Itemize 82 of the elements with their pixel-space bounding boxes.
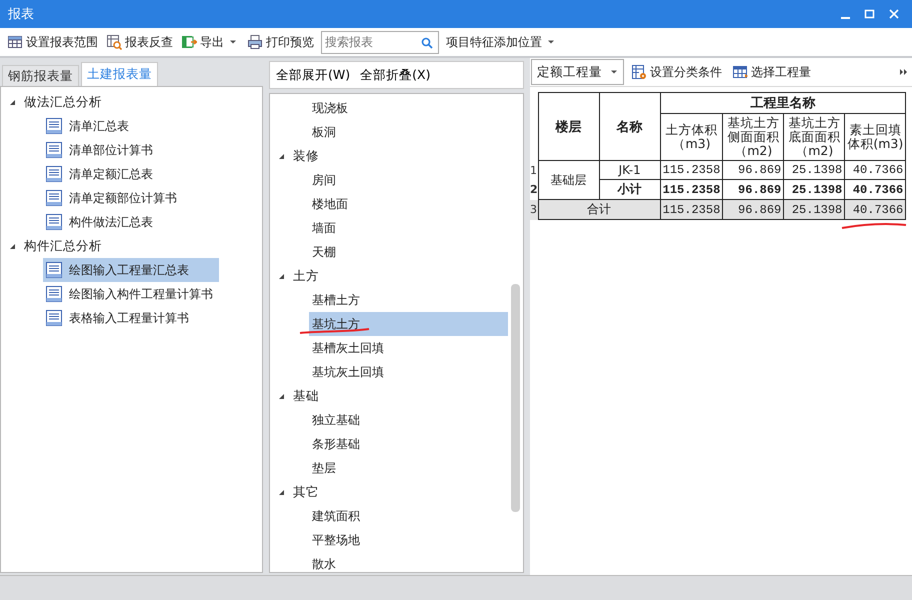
tree-item[interactable]: 清单定额汇总表 [43,162,219,186]
tree-item[interactable]: 基坑土方 [309,312,508,336]
tree-item[interactable]: 基坑灰土回填 [309,360,508,384]
tree-item[interactable]: 散水 [309,552,508,572]
tree-group-label[interactable]: 基础 [291,388,321,404]
report-icon [45,117,63,135]
column-header: 基坑土方底面面积（m2) [784,114,845,160]
tree-group-label[interactable]: 构件汇总分析 [22,238,104,254]
tree-item[interactable]: 天棚 [309,240,508,264]
table-cell: 115.2358 [660,160,723,180]
tree-item[interactable]: 墙面 [309,216,508,240]
tree-item[interactable]: 绘图输入工程量汇总表 [43,258,219,282]
grid-icon [7,34,23,50]
expanded-arrow-icon[interactable] [9,98,16,106]
tree-item[interactable]: 现浇板 [309,96,508,120]
annotation-stroke [840,220,908,230]
column-group-header: 工程里名称 [660,92,906,114]
overflow-icon[interactable] [899,68,909,76]
tree-group-label[interactable]: 土方 [291,268,321,284]
table-cell: 40.7366 [844,160,906,180]
table-cell: 25.1398 [784,160,845,180]
expanded-arrow-icon[interactable] [278,272,285,280]
tree-item[interactable]: 构件做法汇总表 [43,210,219,234]
column-header: 素土回填体积(m3) [844,114,906,160]
tree-item[interactable]: 清单汇总表 [43,114,219,138]
row-number: 1 [530,160,538,180]
close-icon[interactable] [888,8,900,20]
tree-item[interactable]: 表格输入工程量计算书 [43,306,219,330]
report-icon [45,285,63,303]
tree-item[interactable]: 基槽土方 [309,288,508,312]
tree-item[interactable]: 建筑面积 [309,504,508,528]
window-title: 报表 [8,6,35,23]
table-cell: 40.7366 [844,200,906,220]
table-cell: 25.1398 [784,200,845,220]
tree-group-label[interactable]: 装修 [291,148,321,164]
row-number: 3 [530,200,538,220]
spreadsheet-export-icon [181,34,197,50]
search-field[interactable]: 搜索报表 [321,30,439,54]
tree-item[interactable]: 楼地面 [309,192,508,216]
table-cell: 合计 [538,200,660,220]
maximize-icon[interactable] [864,8,876,20]
report-icon [45,165,63,183]
expanded-arrow-icon[interactable] [278,488,285,496]
printer-icon [247,34,263,50]
tree-item[interactable]: 条形基础 [309,432,508,456]
column-header: 土方体积（m3) [660,114,723,160]
tree-group-label[interactable]: 其它 [291,484,321,500]
tree-item[interactable]: 平整场地 [309,528,508,552]
report-icon [45,261,63,279]
tree-item[interactable]: 垫层 [309,456,508,480]
report-icon [45,189,63,207]
tree-item[interactable]: 基槽灰土回填 [309,336,508,360]
search-icon [420,36,434,50]
report-icon [45,213,63,231]
table-cell: 115.2358 [660,200,723,220]
tree-item[interactable]: 绘图输入构件工程量计算书 [43,282,219,306]
column-header: 楼层 [538,92,600,160]
tree-item[interactable]: 独立基础 [309,408,508,432]
table-gear-icon [631,64,647,80]
table-cell: 96.869 [722,200,784,220]
table-cell: 96.869 [722,160,784,180]
scrollbar[interactable] [511,284,520,512]
tab[interactable]: 钢筋报表量 [2,65,79,86]
table-search-icon [106,34,122,50]
tree-item[interactable]: 清单部位计算书 [43,138,219,162]
tree-item[interactable]: 房间 [309,168,508,192]
expanded-arrow-icon[interactable] [9,242,16,250]
caret-icon [610,69,618,75]
table-cell: JK-1 [599,160,660,180]
dropdown-field[interactable]: 定额工程量 [531,59,624,85]
column-header: 名称 [599,92,660,160]
tree-item[interactable]: 清单定额部位计算书 [43,186,219,210]
report-icon [45,309,63,327]
row-number: 2 [530,180,538,200]
report-icon [45,141,63,159]
table-icon [732,64,748,80]
tree-group-label[interactable]: 做法汇总分析 [22,94,104,110]
tree-item[interactable]: 板洞 [309,120,508,144]
expanded-arrow-icon[interactable] [278,392,285,400]
column-header: 基坑土方侧面面积（m2) [722,114,784,160]
expanded-arrow-icon[interactable] [278,152,285,160]
tab[interactable]: 土建报表量 [81,62,158,86]
